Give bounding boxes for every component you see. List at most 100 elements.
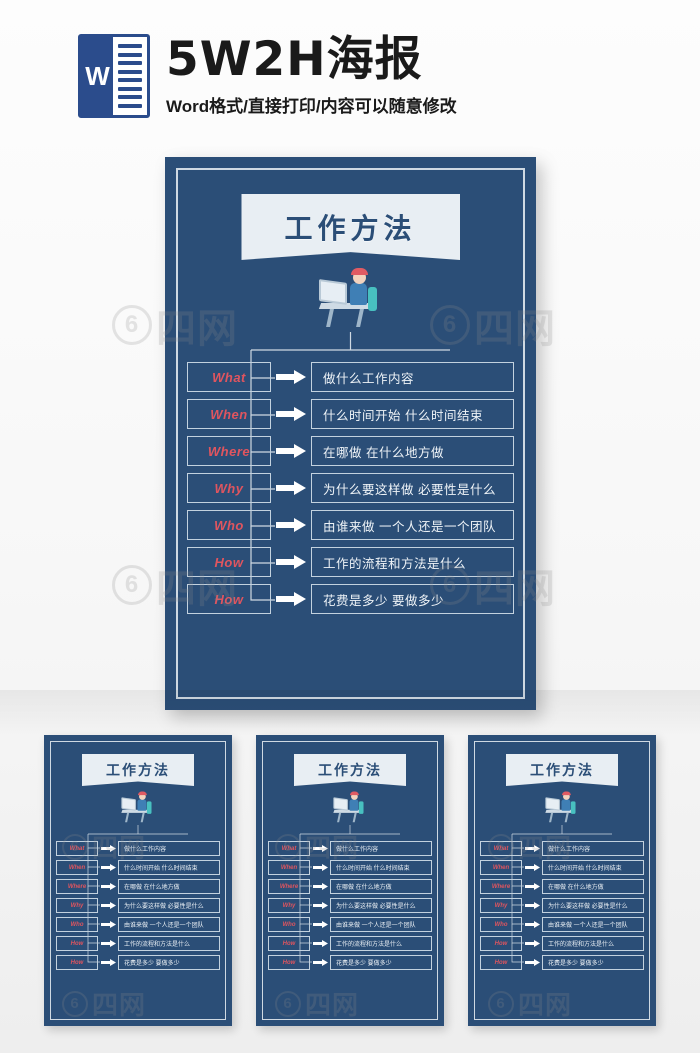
thumbnail-1[interactable]: 工作方法 What 做什么工作内容 When 什么时间开始 什么时间结束 Whe… [44,735,232,1026]
list-item: Who 由谁来做 一个人还是一个团队 [56,917,220,932]
table-row: What 做什么工作内容 [187,362,514,392]
row-key: When [187,399,271,429]
row-key: Who [187,510,271,540]
page-subtitle: Word格式/直接打印/内容可以随意修改 [166,97,457,117]
row-key: How [187,547,271,577]
row-key: Who [480,917,522,932]
table-row: How 工作的流程和方法是什么 [187,547,514,577]
list-item: Where 在哪做 在什么地方做 [480,879,644,894]
row-key: What [187,362,271,392]
arrow-right-icon [98,921,118,928]
row-value: 在哪做 在什么地方做 [118,879,220,894]
arrow-right-icon [522,921,542,928]
row-value: 由谁来做 一个人还是一个团队 [330,917,432,932]
list-item: How 花费是多少 要做多少 [268,955,432,970]
row-value: 工作的流程和方法是什么 [311,547,514,577]
word-logo-letter: W [81,37,113,115]
row-value: 做什么工作内容 [542,841,644,856]
row-key: What [268,841,310,856]
thumbnail-3[interactable]: 工作方法 What 做什么工作内容 When 什么时间开始 什么时间结束 Whe… [468,735,656,1026]
row-value: 做什么工作内容 [118,841,220,856]
row-value: 在哪做 在什么地方做 [330,879,432,894]
arrow-right-icon [98,940,118,947]
row-key: What [56,841,98,856]
arrow-right-icon [310,883,330,890]
row-value: 由谁来做 一个人还是一个团队 [542,917,644,932]
arrow-right-icon [522,902,542,909]
row-value: 工作的流程和方法是什么 [542,936,644,951]
row-value: 为什么要这样做 必要性是什么 [311,473,514,503]
poster-rows: What 做什么工作内容 When 什么时间开始 什么时间结束 Where 在哪… [187,362,514,621]
row-value: 工作的流程和方法是什么 [330,936,432,951]
arrow-right-icon [310,864,330,871]
thumb-rows: What 做什么工作内容 When 什么时间开始 什么时间结束 Where 在哪做 在… [56,841,220,974]
row-key: Where [187,436,271,466]
list-item: When 什么时间开始 什么时间结束 [480,860,644,875]
watermark-mark: 6 [112,305,152,345]
row-key: Who [56,917,98,932]
watermark-mark: 6 [112,565,152,605]
header: W 5W2H海报 Word格式/直接打印/内容可以随意修改 [0,0,700,152]
arrow-right-icon [98,864,118,871]
poster-banner-title: 工作方法 [241,194,460,260]
list-item: Why 为什么要这样做 必要性是什么 [268,898,432,913]
row-key: How [187,584,271,614]
arrow-right-icon [522,883,542,890]
row-value: 花费是多少 要做多少 [118,955,220,970]
thumb-banner-title: 工作方法 [294,754,406,786]
header-text-block: 5W2H海报 Word格式/直接打印/内容可以随意修改 [166,34,457,117]
row-key: Where [56,879,98,894]
arrow-right-icon [98,959,118,966]
thumb-banner-title: 工作方法 [506,754,618,786]
row-value: 由谁来做 一个人还是一个团队 [118,917,220,932]
person-at-desk-illustration [331,791,369,823]
row-key: Who [268,917,310,932]
arrow-right-icon [310,959,330,966]
arrow-right-icon [271,555,311,569]
list-item: How 工作的流程和方法是什么 [268,936,432,951]
arrow-right-icon [522,864,542,871]
row-value: 由谁来做 一个人还是一个团队 [311,510,514,540]
row-key: How [268,936,310,951]
row-value: 为什么要这样做 必要性是什么 [118,898,220,913]
row-key: How [480,955,522,970]
arrow-right-icon [271,370,311,384]
row-value: 什么时间开始 什么时间结束 [118,860,220,875]
row-key: What [480,841,522,856]
thumb-rows: What 做什么工作内容 When 什么时间开始 什么时间结束 Where 在哪做 在… [268,841,432,974]
row-key: When [268,860,310,875]
word-document-icon: W [78,34,150,118]
row-key: When [56,860,98,875]
row-key: How [480,936,522,951]
person-at-desk-illustration [119,791,157,823]
list-item: What 做什么工作内容 [480,841,644,856]
person-at-desk-illustration [314,267,388,329]
arrow-right-icon [522,845,542,852]
arrow-right-icon [522,959,542,966]
row-value: 花费是多少 要做多少 [542,955,644,970]
row-value: 做什么工作内容 [330,841,432,856]
arrow-right-icon [271,444,311,458]
row-value: 工作的流程和方法是什么 [118,936,220,951]
arrow-right-icon [271,518,311,532]
person-at-desk-illustration [543,791,581,823]
list-item: Where 在哪做 在什么地方做 [56,879,220,894]
row-key: Why [268,898,310,913]
list-item: When 什么时间开始 什么时间结束 [56,860,220,875]
list-item: What 做什么工作内容 [56,841,220,856]
arrow-right-icon [98,845,118,852]
list-item: How 花费是多少 要做多少 [56,955,220,970]
list-item: How 工作的流程和方法是什么 [56,936,220,951]
row-key: Why [187,473,271,503]
word-logo-lines [113,37,147,115]
row-value: 为什么要这样做 必要性是什么 [330,898,432,913]
thumbnail-2[interactable]: 工作方法 What 做什么工作内容 When 什么时间开始 什么时间结束 Whe… [256,735,444,1026]
table-row: Why 为什么要这样做 必要性是什么 [187,473,514,503]
arrow-right-icon [310,845,330,852]
arrow-right-icon [522,940,542,947]
row-key: How [56,955,98,970]
list-item: Where 在哪做 在什么地方做 [268,879,432,894]
row-value: 为什么要这样做 必要性是什么 [542,898,644,913]
list-item: Why 为什么要这样做 必要性是什么 [56,898,220,913]
arrow-right-icon [271,481,311,495]
